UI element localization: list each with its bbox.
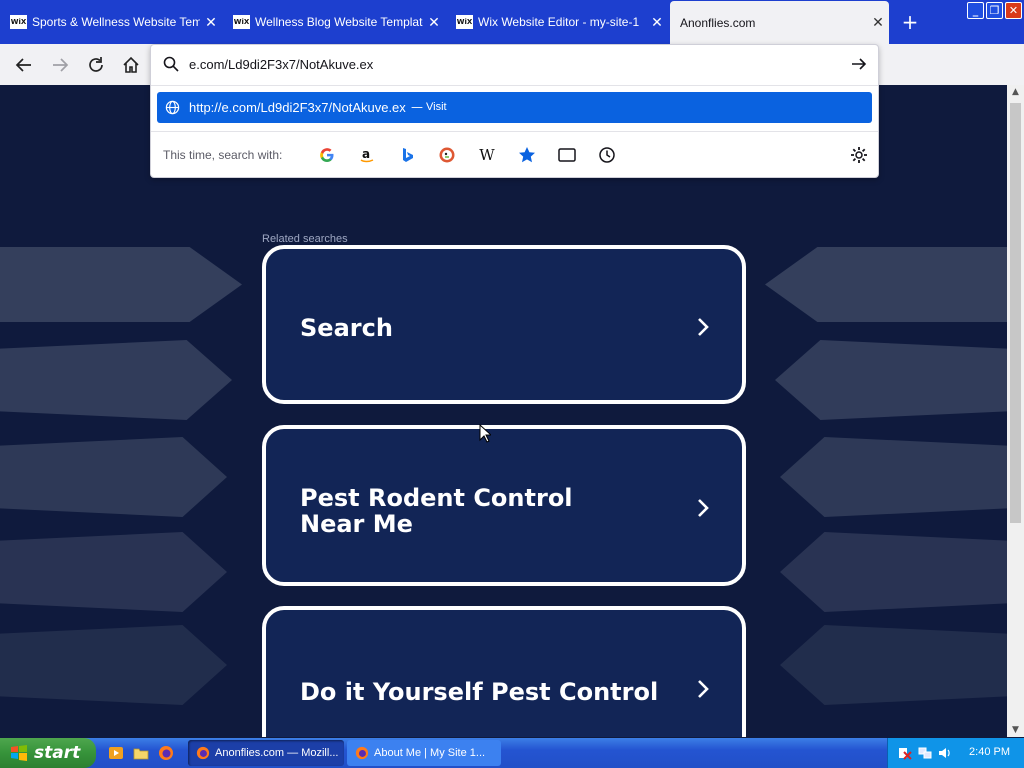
- globe-icon: [165, 100, 180, 115]
- decorative-chevron: [775, 340, 1007, 420]
- new-tab-button[interactable]: +: [897, 9, 923, 35]
- mouse-cursor-icon: [479, 424, 491, 443]
- windows-taskbar: start Anonflies.com — Mozill... About Me…: [0, 738, 1024, 768]
- svg-text:a: a: [362, 147, 370, 161]
- search-result-card[interactable]: Do it Yourself Pest Control: [262, 606, 746, 737]
- tab-strip: WiX Sports & Wellness Website Templat ✕ …: [0, 0, 1024, 44]
- volume-icon[interactable]: [938, 746, 952, 760]
- forward-button[interactable]: [47, 52, 73, 78]
- tab-close-icon[interactable]: ✕: [867, 14, 889, 31]
- decorative-chevron: [0, 340, 232, 420]
- search-result-card[interactable]: Pest Rodent Control Near Me: [262, 425, 746, 586]
- bookmarks-icon[interactable]: [517, 145, 537, 165]
- windows-logo-icon: [11, 745, 27, 761]
- google-icon[interactable]: [317, 145, 337, 165]
- home-icon: [123, 56, 139, 73]
- system-tray: 2:40 PM: [887, 738, 1024, 768]
- taskbar-item-label: Anonflies.com — Mozill...: [215, 747, 339, 759]
- scrollbar-thumb[interactable]: [1010, 103, 1021, 523]
- scroll-up-arrow-icon[interactable]: ▲: [1007, 87, 1024, 97]
- tab-label: Sports & Wellness Website Templat: [32, 15, 200, 29]
- taskbar-item-about-me[interactable]: About Me | My Site 1...: [347, 740, 501, 766]
- suggestion-separator: —: [411, 100, 423, 114]
- window-controls: _ ❐ ✕: [967, 2, 1022, 19]
- url-input-row[interactable]: e.com/Ld9di2F3x7/NotAkuve.ex: [151, 45, 878, 86]
- tab-anonflies[interactable]: Anonflies.com ✕: [670, 1, 889, 44]
- page-scrollbar[interactable]: ▲ ▼: [1007, 85, 1024, 737]
- tab-label: Wellness Blog Website Template | W: [255, 15, 423, 29]
- decorative-chevron: [780, 532, 1007, 612]
- wix-favicon-icon: WiX: [456, 15, 473, 29]
- related-searches-label: Related searches: [262, 233, 348, 245]
- media-player-icon[interactable]: [108, 745, 124, 761]
- decorative-chevron: [0, 532, 227, 612]
- go-arrow-icon[interactable]: [850, 55, 868, 73]
- search-with-label: This time, search with:: [163, 148, 283, 162]
- card-label: Do it Yourself Pest Control: [300, 678, 659, 706]
- wix-favicon-icon: WiX: [10, 15, 27, 29]
- duckduckgo-icon[interactable]: [437, 145, 457, 165]
- url-input[interactable]: e.com/Ld9di2F3x7/NotAkuve.ex: [189, 57, 373, 72]
- taskbar-item-anonflies[interactable]: Anonflies.com — Mozill...: [188, 740, 344, 766]
- tab-wellness-blog[interactable]: WiX Wellness Blog Website Template | W ✕: [223, 3, 445, 41]
- decorative-chevron: [780, 625, 1007, 705]
- tab-sports-wellness[interactable]: WiX Sports & Wellness Website Templat ✕: [0, 3, 222, 41]
- system-clock: 2:40 PM: [969, 746, 1010, 758]
- tab-close-icon[interactable]: ✕: [200, 14, 222, 31]
- wikipedia-icon[interactable]: W: [477, 145, 497, 165]
- firefox-icon[interactable]: [158, 745, 174, 761]
- tab-label: Wix Website Editor - my-site-1: [478, 15, 640, 29]
- search-icon: [163, 56, 179, 72]
- close-window-button[interactable]: ✕: [1005, 2, 1022, 19]
- decorative-chevron: [780, 437, 1007, 517]
- decorative-chevron: [0, 437, 227, 517]
- wix-favicon-icon: WiX: [233, 15, 250, 29]
- tab-wix-editor[interactable]: WiX Wix Website Editor - my-site-1 ✕: [446, 3, 668, 41]
- firefox-icon: [355, 746, 369, 760]
- tab-label: Anonflies.com: [680, 15, 756, 30]
- forward-arrow-icon: [53, 58, 69, 72]
- decorative-chevron: [0, 247, 242, 322]
- start-button[interactable]: start: [0, 738, 96, 768]
- chevron-right-icon: [698, 499, 709, 517]
- search-result-card[interactable]: Search: [262, 245, 746, 404]
- tab-close-icon[interactable]: ✕: [423, 14, 445, 31]
- history-icon[interactable]: [597, 145, 617, 165]
- back-arrow-icon: [15, 58, 31, 72]
- reload-button[interactable]: [83, 52, 109, 78]
- security-alert-icon[interactable]: [898, 746, 912, 760]
- amazon-icon[interactable]: a: [357, 145, 377, 165]
- scroll-down-arrow-icon[interactable]: ▼: [1007, 725, 1024, 735]
- back-button[interactable]: [11, 52, 37, 78]
- one-off-search-engines: This time, search with: a W: [151, 131, 878, 178]
- bing-icon[interactable]: [397, 145, 417, 165]
- card-label: Pest Rodent Control Near Me: [300, 484, 573, 538]
- gear-icon[interactable]: [850, 146, 868, 164]
- home-button[interactable]: [118, 52, 144, 78]
- restore-button[interactable]: ❐: [986, 2, 1003, 19]
- url-suggestion-visit[interactable]: http://e.com/Ld9di2F3x7/NotAkuve.ex — Vi…: [157, 92, 872, 123]
- reload-icon: [89, 57, 103, 72]
- decorative-chevron: [765, 247, 1007, 322]
- chevron-right-icon: [698, 680, 709, 698]
- folder-icon[interactable]: [133, 745, 149, 761]
- decorative-chevron: [0, 625, 227, 705]
- card-label: Search: [300, 314, 393, 342]
- tabs-icon[interactable]: [557, 145, 577, 165]
- url-dropdown: e.com/Ld9di2F3x7/NotAkuve.ex http://e.co…: [150, 44, 879, 178]
- taskbar-item-label: About Me | My Site 1...: [374, 747, 486, 759]
- network-icon[interactable]: [918, 746, 932, 760]
- tab-close-icon[interactable]: ✕: [646, 14, 668, 31]
- chevron-right-icon: [698, 318, 709, 336]
- suggestion-url: http://e.com/Ld9di2F3x7/NotAkuve.ex: [189, 100, 406, 115]
- suggestion-action-label: Visit: [426, 101, 447, 113]
- firefox-icon: [196, 746, 210, 760]
- minimize-button[interactable]: _: [967, 2, 984, 19]
- start-label: start: [34, 743, 81, 763]
- page-content: Related searches Search Pest Rodent Cont…: [0, 85, 1007, 737]
